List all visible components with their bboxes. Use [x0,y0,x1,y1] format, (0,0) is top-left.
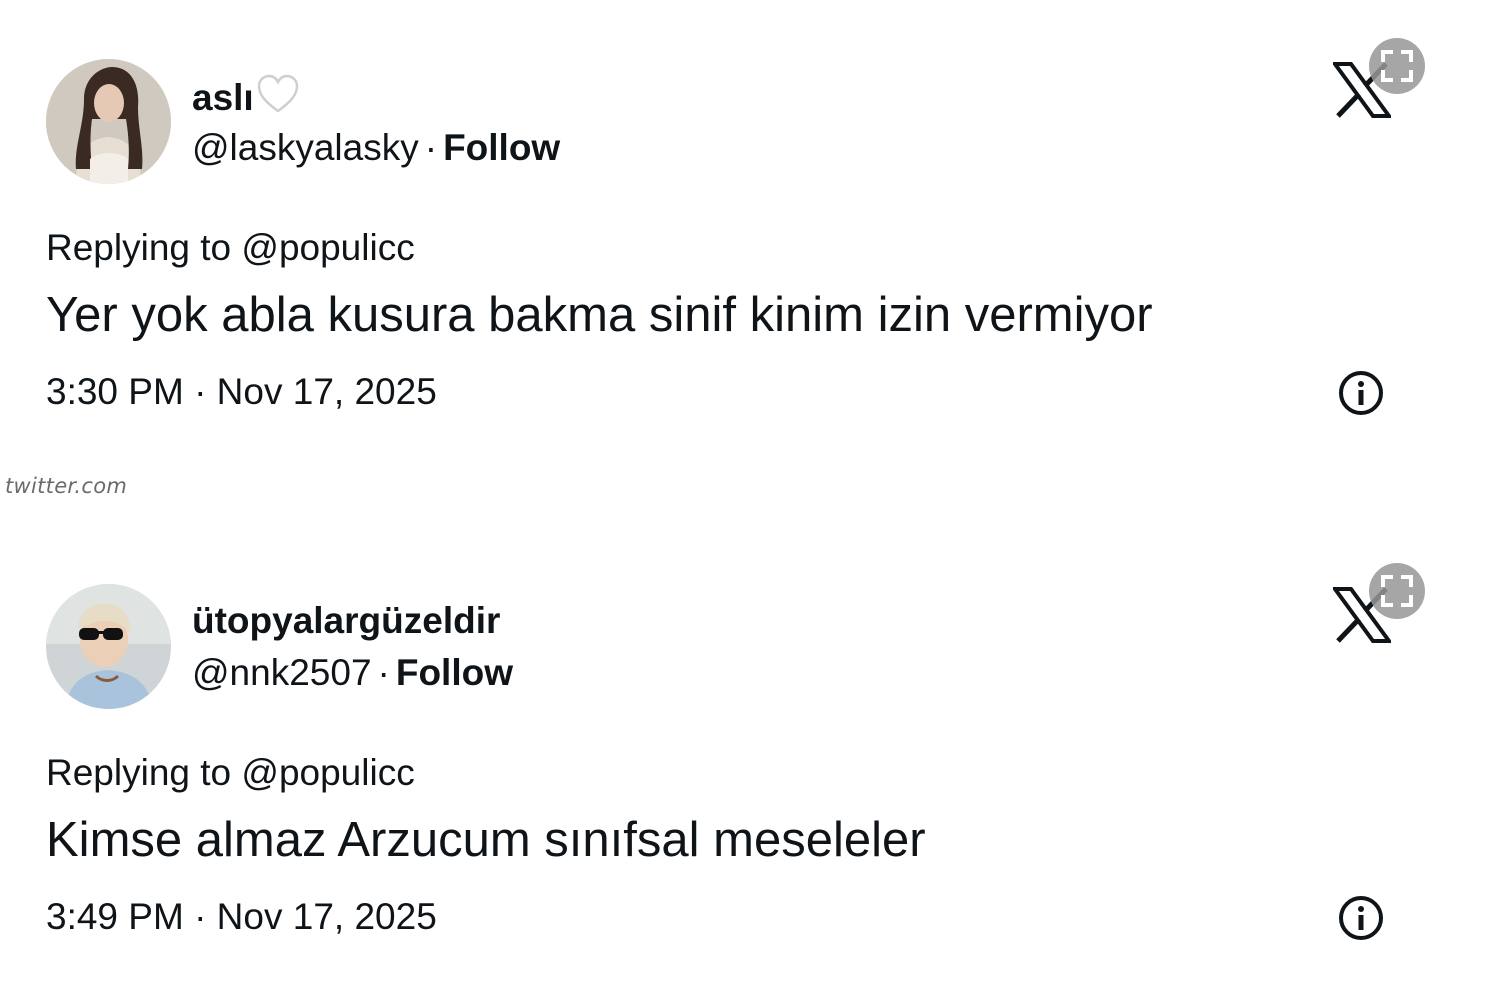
avatar[interactable] [46,59,171,184]
avatar-photo [46,584,171,709]
tweet-card: ütopyalargüzeldir @nnk2507 · Follow Replyi… [0,525,1500,995]
expand-icon [1381,50,1413,82]
info-icon [1339,896,1383,940]
avatar-photo [46,59,171,184]
separator-dot: · [377,652,390,693]
expand-button[interactable] [1369,563,1425,619]
info-button[interactable] [1337,894,1385,942]
replying-to: Replying to @populicc [46,227,415,268]
timestamp[interactable]: 3:49 PM · Nov 17, 2025 [46,895,437,939]
handle[interactable]: @nnk2507 [192,652,372,693]
avatar[interactable] [46,584,171,709]
white-heart-icon [256,74,300,124]
tweet-card: aslı @laskyalasky · Follow Replying to @po… [0,0,1500,470]
timestamp[interactable]: 3:30 PM · Nov 17, 2025 [46,370,437,414]
info-button[interactable] [1337,369,1385,417]
handle[interactable]: @laskyalasky [192,127,419,168]
display-name-text: ütopyalargüzeldir [192,600,501,641]
separator-dot: · [424,127,438,168]
source-label: twitter.com [5,474,128,498]
info-icon [1339,371,1383,415]
display-name-text: aslı [192,77,254,118]
replying-to: Replying to @populicc [46,752,415,793]
expand-icon [1381,575,1413,607]
tweet-text: Kimse almaz Arzucum sınıfsal meseleler [46,813,926,867]
tweet-text: Yer yok abla kusura bakma sinif kinim iz… [46,288,1153,342]
display-name[interactable]: aslı [192,74,300,124]
handle-row: @laskyalasky · Follow [192,126,560,170]
follow-button[interactable]: Follow [443,127,560,168]
follow-button[interactable]: Follow [396,652,513,693]
handle-row: @nnk2507 · Follow [192,651,513,695]
expand-button[interactable] [1369,38,1425,94]
display-name[interactable]: ütopyalargüzeldir [192,599,500,643]
